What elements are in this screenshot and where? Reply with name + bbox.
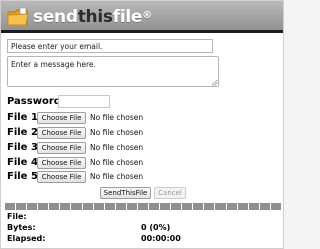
file-status: No file chosen (90, 143, 144, 152)
upload-progress-bar (5, 203, 281, 210)
progress-segment (270, 203, 281, 210)
progress-segment (93, 203, 104, 210)
progress-segment (104, 203, 115, 210)
progress-segment (115, 203, 126, 210)
email-field[interactable] (7, 39, 213, 53)
choose-file-button[interactable]: Choose File (37, 112, 86, 124)
resize-grip-icon[interactable] (211, 79, 218, 86)
choose-file-button[interactable]: Choose File (37, 157, 86, 169)
status-elapsed-label: Elapsed: (7, 234, 46, 243)
password-label: Password (7, 96, 61, 107)
progress-segment (171, 203, 182, 210)
brand-this: this (77, 7, 113, 27)
file-status: No file chosen (90, 113, 144, 122)
cancel-button: Cancel (154, 187, 186, 199)
file-label: File 5 (7, 171, 38, 182)
progress-segment (126, 203, 137, 210)
progress-segment (16, 203, 27, 210)
progress-segment (204, 203, 215, 210)
header-divider-bar (1, 30, 283, 33)
file-label: File 1 (7, 112, 38, 123)
file-status: No file chosen (90, 172, 144, 181)
progress-segment (248, 203, 259, 210)
file-row-3: File 3 Choose File No file chosen (1, 142, 285, 156)
progress-segment (49, 203, 60, 210)
file-row-4: File 4 Choose File No file chosen (1, 157, 285, 171)
progress-segment (226, 203, 237, 210)
password-field[interactable] (58, 95, 110, 108)
progress-segment (82, 203, 93, 210)
brand-logo: sendthisfile® (7, 7, 152, 29)
file-label: File 4 (7, 157, 38, 168)
progress-segment (149, 203, 160, 210)
progress-segment (237, 203, 248, 210)
status-file-label: File: (7, 212, 27, 221)
file-status: No file chosen (90, 158, 144, 167)
file-row-2: File 2 Choose File No file chosen (1, 127, 285, 141)
sendthisfile-widget: sendthisfile® Password File 1 Choose Fil… (0, 0, 284, 249)
status-bytes-value: 0 (0%) (141, 223, 171, 232)
choose-file-button[interactable]: Choose File (37, 127, 86, 139)
progress-segment (137, 203, 149, 210)
progress-segment (5, 203, 16, 210)
progress-segment (160, 203, 171, 210)
message-field[interactable] (7, 56, 219, 87)
file-label: File 3 (7, 142, 38, 153)
folder-icon (7, 7, 29, 26)
progress-segment (27, 203, 38, 210)
file-row-1: File 1 Choose File No file chosen (1, 112, 285, 126)
progress-segment (259, 203, 270, 210)
progress-segment (193, 203, 204, 210)
file-status: No file chosen (90, 128, 144, 137)
registered-mark: ® (142, 10, 152, 21)
status-bytes-label: Bytes: (7, 223, 36, 232)
file-label: File 2 (7, 127, 38, 138)
send-this-file-button[interactable]: SendThisFile (100, 187, 151, 199)
progress-segment (182, 203, 193, 210)
brand-send: send (33, 7, 78, 27)
brand-wordmark: sendthisfile® (33, 7, 152, 27)
progress-segment (215, 203, 226, 210)
progress-segment (38, 203, 49, 210)
brand-file: file (112, 7, 143, 27)
file-row-5: File 5 Choose File No file chosen (1, 171, 285, 185)
brand-header: sendthisfile® (1, 1, 283, 33)
choose-file-button[interactable]: Choose File (37, 142, 86, 154)
progress-segment (71, 203, 82, 210)
progress-segment (60, 203, 71, 210)
choose-file-button[interactable]: Choose File (37, 171, 86, 183)
status-elapsed-value: 00:00:00 (141, 234, 181, 243)
